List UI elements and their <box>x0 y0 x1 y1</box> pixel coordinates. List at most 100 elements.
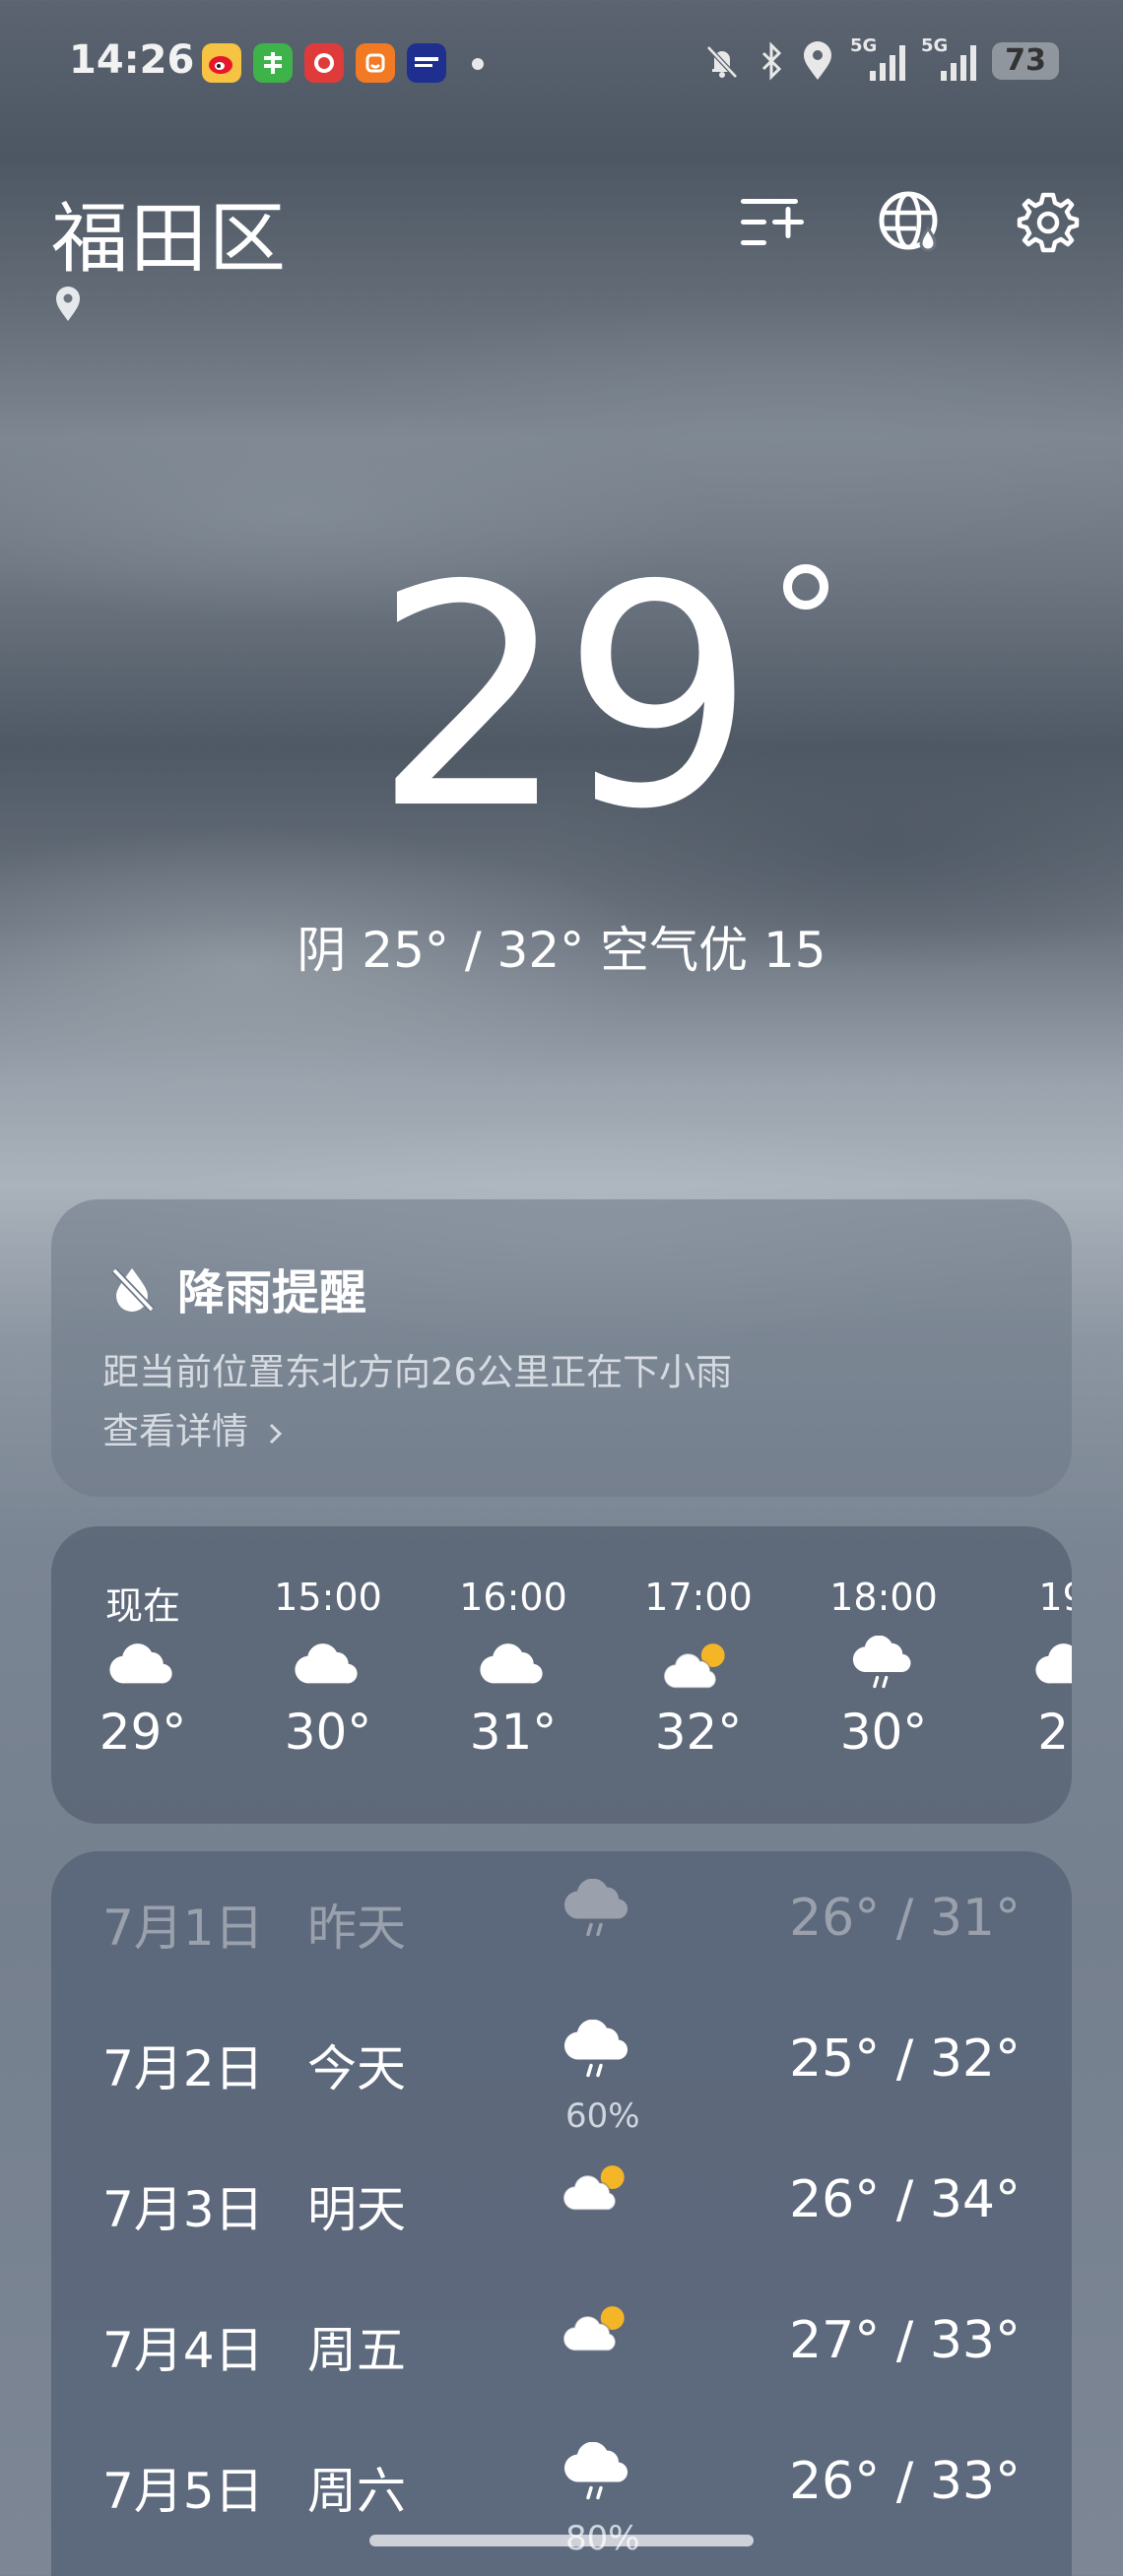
day-name: 周五 <box>307 2322 406 2379</box>
day-name: 昨天 <box>307 1900 406 1957</box>
hour-temp: 29° <box>99 1704 187 1761</box>
hour-weather-icon <box>254 1625 402 1704</box>
daily-forecast-card[interactable]: 7月1日 昨天 26° / 31° 7月2日 今天 60% 25° / 32° 7月3日 明天 2… <box>51 1851 1072 2576</box>
rain-alert-details-link[interactable]: 查看详情 <box>102 1401 286 1454</box>
hourly-item: 19: 29 <box>995 1576 1072 1761</box>
battery-indicator: 73 <box>992 42 1059 80</box>
hour-weather-icon <box>439 1625 587 1704</box>
rain-alert-card[interactable]: 降雨提醒 距当前位置东北方向26公里正在下小雨 查看详情 <box>51 1199 1072 1497</box>
system-status-icons: 5G 5G 73 <box>702 35 1059 83</box>
daily-row[interactable]: 7月4日 周五 27° / 33° <box>51 2282 1072 2400</box>
settings-button[interactable] <box>1013 187 1084 258</box>
hourly-item: 17:00 32° <box>625 1576 772 1761</box>
hour-label: 15:00 <box>274 1576 382 1619</box>
current-temperature: 29 <box>372 521 756 876</box>
status-time: 14:26 <box>69 37 195 83</box>
globe-weather-button[interactable] <box>875 187 946 258</box>
bluetooth-icon <box>761 41 782 81</box>
day-date: 7月4日 <box>102 2322 264 2379</box>
precip-probability: 60% <box>565 2096 640 2136</box>
day-weather-icon <box>563 1878 642 1948</box>
hourly-item: 现在 29° <box>69 1576 217 1761</box>
daily-row[interactable]: 7月2日 今天 60% 25° / 32° <box>51 2000 1072 2136</box>
hour-temp: 31° <box>469 1704 558 1761</box>
mute-icon <box>706 45 738 79</box>
hourly-item: 15:00 30° <box>254 1576 402 1761</box>
more-notifications-dot <box>472 58 484 70</box>
hour-label: 18:00 <box>829 1576 938 1619</box>
day-date: 7月3日 <box>102 2181 264 2238</box>
cloud-icon <box>109 1643 172 1684</box>
rain-icon <box>563 1878 628 1937</box>
signal-bars-icon <box>870 45 905 81</box>
notification-app-icons <box>202 43 446 83</box>
rain-icon <box>563 2441 628 2500</box>
signal-bars-icon <box>941 45 976 81</box>
globe-icon <box>879 191 938 252</box>
city-name[interactable]: 福田区 <box>51 177 288 288</box>
partly-cloudy-icon <box>562 2306 625 2352</box>
daily-row[interactable]: 7月1日 昨天 26° / 31° <box>51 1859 1072 1977</box>
list-add-icon <box>741 199 804 245</box>
day-name: 周六 <box>307 2463 406 2520</box>
cloud-icon <box>295 1643 358 1684</box>
cloud-icon <box>1035 1643 1072 1684</box>
day-name: 今天 <box>307 2040 406 2097</box>
location-icon <box>804 41 831 80</box>
no-rain-drop-icon <box>111 1267 155 1313</box>
hour-temp: 30° <box>839 1704 928 1761</box>
wechat-green-icon <box>253 43 293 83</box>
day-temp-range: 26° / 34° <box>789 2170 1021 2229</box>
day-weather-icon <box>562 2160 642 2229</box>
day-temp-range: 26° / 33° <box>789 2452 1021 2511</box>
location-pin-icon <box>56 287 80 321</box>
day-name: 明天 <box>307 2181 406 2238</box>
manage-cities-button[interactable] <box>737 187 808 258</box>
rain-alert-header: 降雨提醒 <box>106 1254 366 1322</box>
hour-label: 19: <box>1038 1576 1072 1619</box>
hour-label: 16:00 <box>459 1576 567 1619</box>
day-temp-range: 26° / 31° <box>789 1889 1021 1948</box>
hour-label: 现在 <box>104 1584 180 1628</box>
day-temp-range: 27° / 33° <box>789 2311 1021 2370</box>
weather-summary: 阴 25° / 32° 空气优 15 <box>297 922 826 979</box>
orange-app-icon <box>356 43 395 83</box>
details-link-label: 查看详情 <box>102 1410 248 1452</box>
hour-weather-icon <box>69 1625 217 1704</box>
hour-temp: 29 <box>1037 1704 1072 1761</box>
day-temp-range: 25° / 32° <box>789 2029 1021 2089</box>
cloud-icon <box>480 1643 543 1684</box>
signal-2: 5G <box>921 35 976 83</box>
daily-row[interactable]: 7月5日周六80%26° / 33° <box>51 2422 1072 2558</box>
degree-symbol <box>783 564 828 610</box>
red-app-icon <box>304 43 344 83</box>
rain-alert-title: 降雨提醒 <box>177 1265 367 1320</box>
hour-weather-icon <box>625 1625 772 1704</box>
signal-1: 5G <box>850 35 905 83</box>
weibo-icon <box>202 43 241 83</box>
header-actions <box>737 187 1084 258</box>
rain-icon <box>563 2019 628 2078</box>
day-weather-icon <box>563 2019 642 2089</box>
day-weather-icon <box>562 2301 642 2370</box>
hourly-forecast-card[interactable]: 现在 29° 15:00 30° 16:00 31° 17:00 32° 18:00 30° 19:… <box>51 1526 1072 1824</box>
hour-weather-icon <box>995 1625 1072 1704</box>
daily-row[interactable]: 7月3日 明天 26° / 34° <box>51 2141 1072 2259</box>
partly-cloudy-icon <box>562 2165 625 2212</box>
day-weather-icon <box>563 2441 642 2511</box>
hour-label: 17:00 <box>644 1576 753 1619</box>
news-app-icon <box>407 43 446 83</box>
status-bar: 14:26 5G 5G 73 <box>0 0 1123 128</box>
hourly-item: 18:00 30° <box>810 1576 958 1761</box>
hourly-item: 16:00 31° <box>439 1576 587 1761</box>
partly-cloudy-icon <box>664 1642 725 1689</box>
home-indicator[interactable] <box>369 2535 754 2546</box>
day-date: 7月2日 <box>102 2040 264 2097</box>
gear-icon <box>1017 192 1080 253</box>
day-date: 7月5日 <box>102 2463 264 2520</box>
chevron-right-icon <box>269 1423 282 1444</box>
hour-temp: 32° <box>654 1704 743 1761</box>
hour-temp: 30° <box>284 1704 372 1761</box>
hour-weather-icon <box>810 1625 958 1704</box>
rain-icon <box>852 1636 911 1689</box>
